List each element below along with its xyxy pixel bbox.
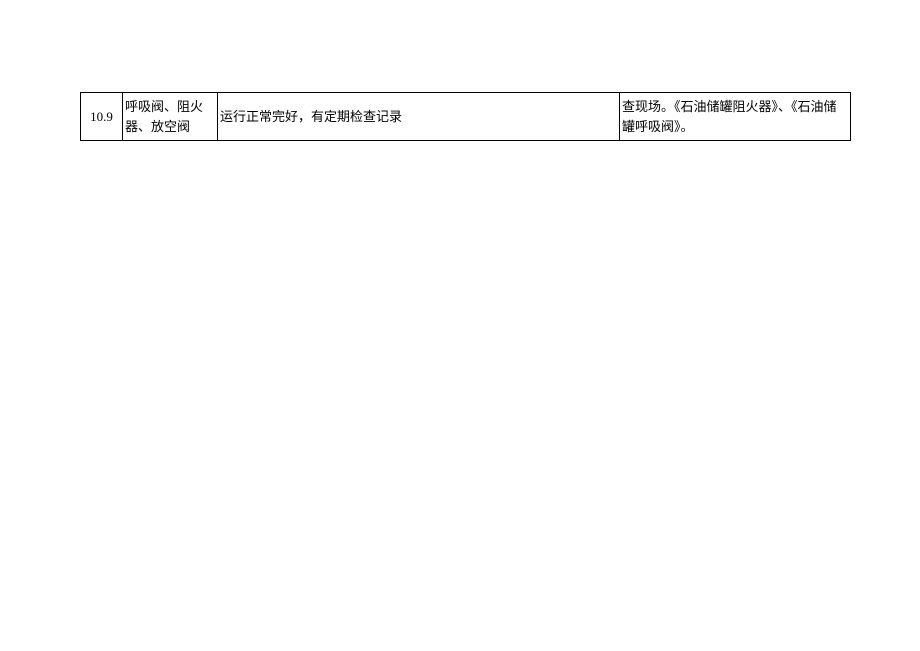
table-row: 10.9 呼吸阀、阻火器、放空阀 运行正常完好，有定期检查记录 查现场。《石油储… <box>81 93 851 141</box>
row-reference-cell: 查现场。《石油储罐阻火器》、《石油储罐呼吸阀》。 <box>620 93 851 141</box>
row-number-cell: 10.9 <box>81 93 123 141</box>
document-table-container: 10.9 呼吸阀、阻火器、放空阀 运行正常完好，有定期检查记录 查现场。《石油储… <box>80 92 850 141</box>
row-description-cell: 运行正常完好，有定期检查记录 <box>218 93 620 141</box>
row-item-cell: 呼吸阀、阻火器、放空阀 <box>123 93 218 141</box>
inspection-table: 10.9 呼吸阀、阻火器、放空阀 运行正常完好，有定期检查记录 查现场。《石油储… <box>80 92 851 141</box>
